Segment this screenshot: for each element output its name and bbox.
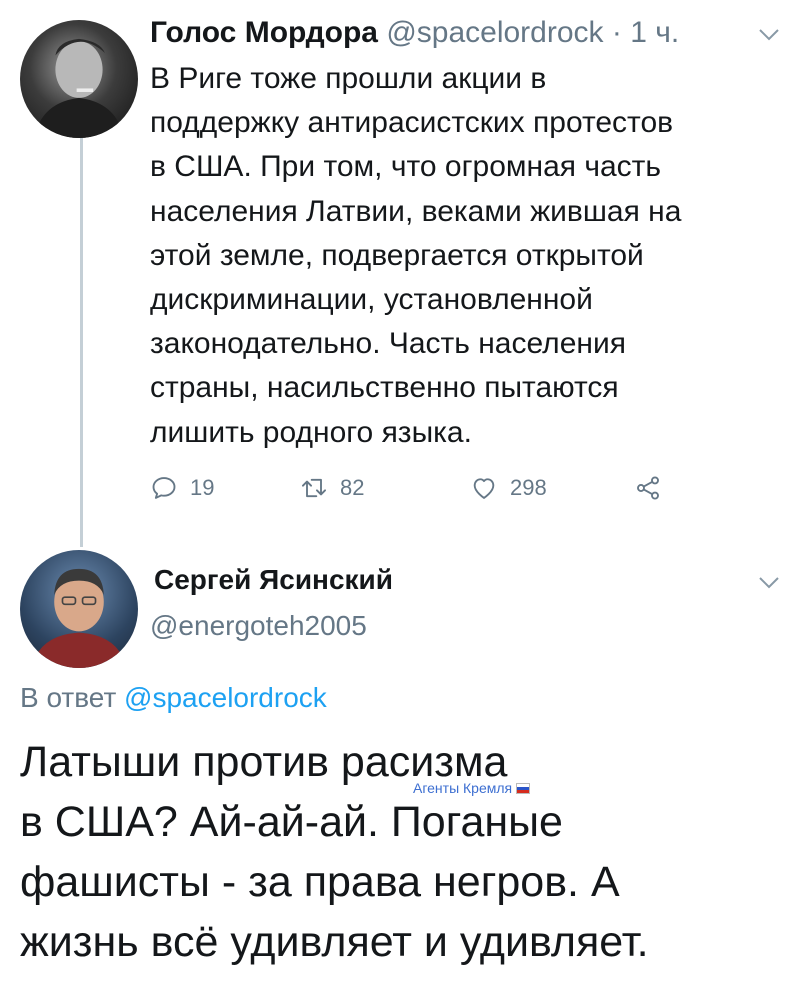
reply-count: 19 xyxy=(190,475,215,500)
flag-icon xyxy=(516,782,531,794)
tweet-text: Латыши против расизма в США? Ай-ай-ай. П… xyxy=(20,738,649,966)
separator-dot: · xyxy=(611,16,622,49)
like-count: 298 xyxy=(510,475,547,500)
reply-button[interactable]: 19 xyxy=(150,466,214,510)
watermark: Агенты Кремля xyxy=(413,780,531,796)
avatar[interactable] xyxy=(20,550,138,668)
retweet-count: 82 xyxy=(340,475,365,500)
tweet-timestamp[interactable]: 1 ч. xyxy=(630,16,679,49)
avatar-portrait-icon xyxy=(31,568,127,668)
share-button[interactable] xyxy=(634,466,674,510)
author-display-name[interactable]: Голос Мордора xyxy=(150,16,378,49)
chevron-down-icon[interactable] xyxy=(758,576,780,590)
tweet-header: Голос Мордора @spacelordrock · 1 ч. xyxy=(150,10,790,56)
retweet-button[interactable]: 82 xyxy=(300,466,364,510)
chevron-down-icon[interactable] xyxy=(758,28,780,42)
avatar-portrait-icon xyxy=(34,38,124,138)
thread-connector-line xyxy=(80,112,83,547)
tweet-actions-bar: 19 82 298 xyxy=(150,466,780,510)
like-button[interactable]: 298 xyxy=(470,466,547,510)
retweet-icon xyxy=(301,478,327,498)
share-icon xyxy=(637,476,659,500)
reply-context: В ответ @spacelordrock xyxy=(20,676,327,720)
reply-prefix: В ответ xyxy=(20,682,117,713)
watermark-text: Агенты Кремля xyxy=(413,780,513,796)
reply-icon xyxy=(152,477,176,499)
author-handle[interactable]: @energoteh2005 xyxy=(150,606,367,646)
author-handle[interactable]: @spacelordrock xyxy=(386,16,603,49)
avatar[interactable] xyxy=(20,20,138,138)
tweet-text: В Риге тоже прошли акции в поддержку ант… xyxy=(150,62,682,449)
heart-icon xyxy=(473,478,495,499)
author-display-name[interactable]: Сергей Ясинский xyxy=(154,560,393,600)
reply-handle-link[interactable]: @spacelordrock xyxy=(124,682,327,713)
